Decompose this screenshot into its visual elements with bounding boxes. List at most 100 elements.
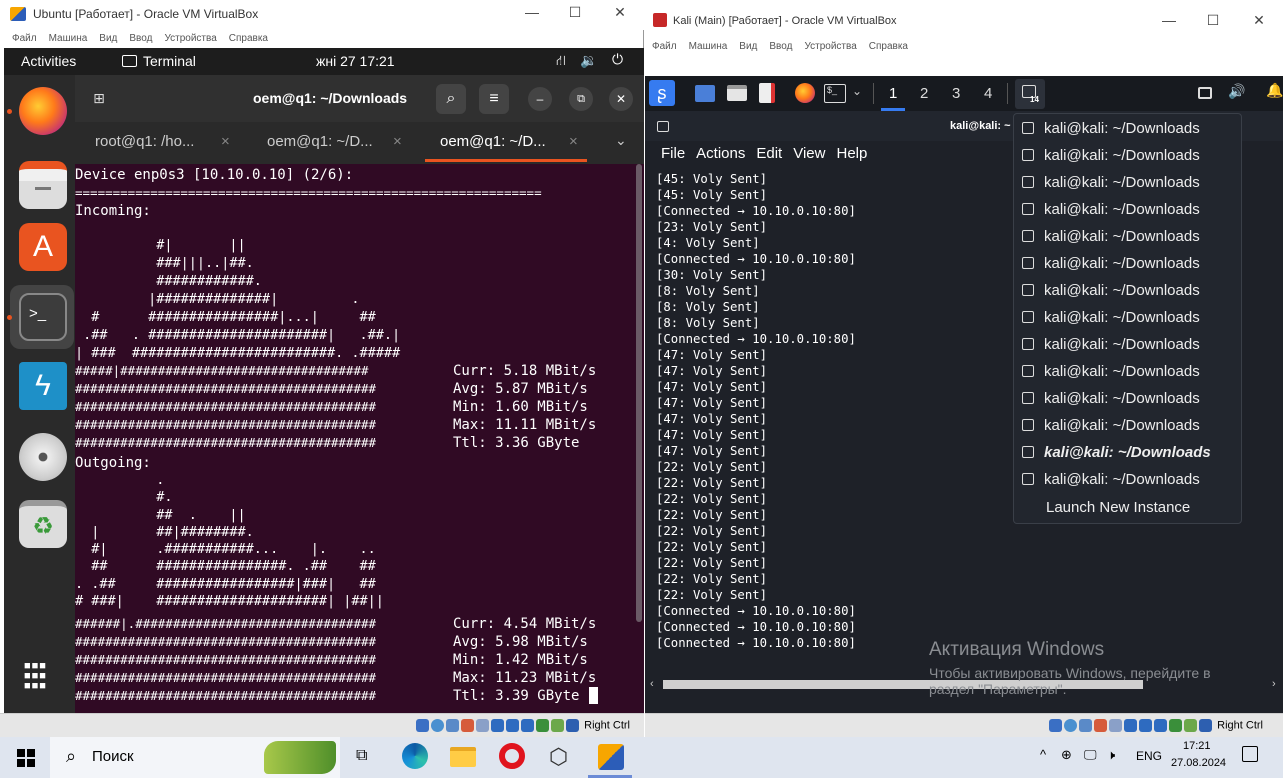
hdd-icon[interactable] [1049, 719, 1063, 732]
window-group-button[interactable]: 14 [1015, 79, 1045, 109]
usb-icon[interactable] [476, 719, 490, 732]
display-icon[interactable] [506, 719, 520, 732]
tray-time[interactable]: 17:21 [1183, 740, 1211, 752]
files-icon[interactable] [19, 161, 67, 209]
menu-devices[interactable]: Устройства [164, 33, 216, 44]
optical-icon[interactable] [1064, 719, 1078, 732]
window-list-item[interactable]: kali@kali: ~/Downloads [1014, 412, 1241, 439]
ubuntu-vbox-titlebar[interactable]: Ubuntu [Работает] - Oracle VM VirtualBox… [0, 0, 644, 30]
power-icon[interactable]: ⏻ [612, 51, 623, 68]
opera-icon[interactable] [499, 743, 525, 769]
terminal-headerbar[interactable]: ⊞ oem@q1: ~/Downloads ⌕ ≡ – ⧉ ✕ [75, 75, 644, 122]
launcher-dropdown-icon[interactable]: ⌄ [852, 84, 862, 98]
trash-icon[interactable]: ♻ [19, 500, 67, 548]
menu-view[interactable]: Вид [739, 41, 757, 52]
window-list-item[interactable]: kali@kali: ~/Downloads [1014, 142, 1241, 169]
close-button[interactable]: ✕ [598, 4, 642, 21]
tab-close-icon[interactable]: × [221, 122, 230, 162]
shared-folders-icon[interactable] [1124, 719, 1138, 732]
window-list-item[interactable]: kali@kali: ~/Downloads [1014, 196, 1241, 223]
minimize-button[interactable]: — [510, 4, 554, 20]
text-editor-icon[interactable] [759, 83, 775, 103]
volume-muted-icon[interactable]: 🕨 [1107, 747, 1115, 763]
lightning-app-icon[interactable]: ϟ [19, 362, 67, 410]
firefox-icon[interactable] [795, 83, 815, 103]
menu-file[interactable]: File [661, 145, 685, 162]
network-adapter-icon[interactable] [461, 719, 475, 732]
search-box[interactable]: ⌕ Поиск [50, 737, 340, 778]
network-icon[interactable]: ⛙ [556, 52, 566, 71]
notification-bell-icon[interactable]: 🔔 [1266, 82, 1283, 99]
menu-file[interactable]: Файл [652, 41, 677, 52]
mouse-integration-icon[interactable] [1184, 719, 1198, 732]
menu-machine[interactable]: Машина [49, 33, 88, 44]
audio-icon[interactable] [446, 719, 460, 732]
workspace-4[interactable]: 4 [984, 76, 992, 111]
menu-input[interactable]: Ввод [769, 41, 792, 52]
tab-close-icon[interactable]: × [569, 122, 578, 162]
minimize-button[interactable]: — [1147, 12, 1191, 28]
menu-help[interactable]: Help [836, 145, 867, 162]
volume-icon[interactable]: 🔉 [580, 52, 597, 69]
scroll-left-arrow[interactable]: ‹ [650, 678, 654, 690]
window-list-item[interactable]: kali@kali: ~/Downloads [1014, 115, 1241, 142]
virtualbox-manager-icon[interactable]: ⬡ [549, 744, 568, 770]
kali-menu-icon[interactable]: ʂ [649, 80, 675, 106]
volume-icon[interactable]: 🔊 [1228, 83, 1245, 100]
keyboard-capture-icon[interactable] [566, 719, 580, 732]
tray-chevron-icon[interactable]: ^ [1040, 747, 1046, 762]
menu-view[interactable]: Вид [99, 33, 117, 44]
menu-help[interactable]: Справка [869, 41, 908, 52]
launch-new-instance-item[interactable]: Launch New Instance [1014, 494, 1241, 521]
screen-icon[interactable] [1198, 87, 1212, 99]
keyboard-capture-icon[interactable] [1199, 719, 1213, 732]
window-list-item[interactable]: kali@kali: ~/Downloads [1014, 277, 1241, 304]
window-list-item[interactable]: kali@kali: ~/Downloads [1014, 439, 1241, 466]
activities-button[interactable]: Activities [21, 53, 76, 69]
recording-icon[interactable] [521, 719, 535, 732]
tab-close-icon[interactable]: × [393, 122, 402, 162]
language-indicator[interactable]: ENG [1136, 749, 1162, 763]
maximize-button[interactable]: ☐ [1191, 12, 1235, 29]
clock[interactable]: жні 27 17:21 [316, 53, 395, 69]
disc-icon[interactable] [19, 433, 67, 481]
menu-help[interactable]: Справка [229, 33, 268, 44]
notifications-icon[interactable] [1242, 746, 1258, 762]
window-list-item[interactable]: kali@kali: ~/Downloads [1014, 250, 1241, 277]
desktop-icon[interactable] [695, 85, 715, 102]
menu-view[interactable]: View [793, 145, 825, 162]
maximize-button[interactable]: ☐ [553, 4, 597, 21]
cpu-icon[interactable] [536, 719, 550, 732]
tray-date[interactable]: 27.08.2024 [1171, 757, 1226, 769]
tab-oem-1[interactable]: oem@q1: ~/D... × [247, 122, 419, 164]
close-button[interactable]: ✕ [1237, 12, 1281, 29]
workspace-1[interactable]: 1 [889, 76, 897, 111]
restore-icon[interactable]: ⧉ [569, 87, 593, 111]
tabs-dropdown-icon[interactable]: ⌄ [615, 132, 627, 149]
close-icon[interactable]: ✕ [609, 87, 633, 111]
firefox-icon[interactable] [19, 87, 67, 135]
audio-icon[interactable] [1079, 719, 1093, 732]
edge-icon[interactable] [402, 743, 428, 769]
window-list-item[interactable]: kali@kali: ~/Downloads [1014, 169, 1241, 196]
menu-edit[interactable]: Edit [756, 145, 782, 162]
display-icon[interactable] [1139, 719, 1153, 732]
menu-input[interactable]: Ввод [129, 33, 152, 44]
window-list-item[interactable]: kali@kali: ~/Downloads [1014, 304, 1241, 331]
menu-actions[interactable]: Actions [696, 145, 745, 162]
network-adapter-icon[interactable] [1094, 719, 1108, 732]
search-icon[interactable]: ⌕ [436, 84, 466, 114]
optical-icon[interactable] [431, 719, 445, 732]
new-tab-icon[interactable]: ⊞ [88, 87, 110, 109]
app-menu-label[interactable]: Terminal [143, 53, 196, 69]
show-apps-icon[interactable]: ■■■ ■■■ ■■■ [24, 661, 54, 692]
menu-file[interactable]: Файл [12, 33, 37, 44]
task-view-icon[interactable]: ⧉ [356, 747, 367, 765]
kali-terminal-output[interactable]: [45: Voly Sent] [45: Voly Sent] [Connected… [656, 171, 1016, 651]
scrollbar[interactable] [636, 164, 642, 622]
recording-icon[interactable] [1154, 719, 1168, 732]
workspace-2[interactable]: 2 [920, 76, 928, 111]
network-tray-icon[interactable]: 🖵 [1084, 747, 1097, 763]
hamburger-menu-icon[interactable]: ≡ [479, 84, 509, 114]
terminal-body[interactable]: Device enp0s3 [10.10.0.10] (2/6): ======… [75, 164, 644, 713]
